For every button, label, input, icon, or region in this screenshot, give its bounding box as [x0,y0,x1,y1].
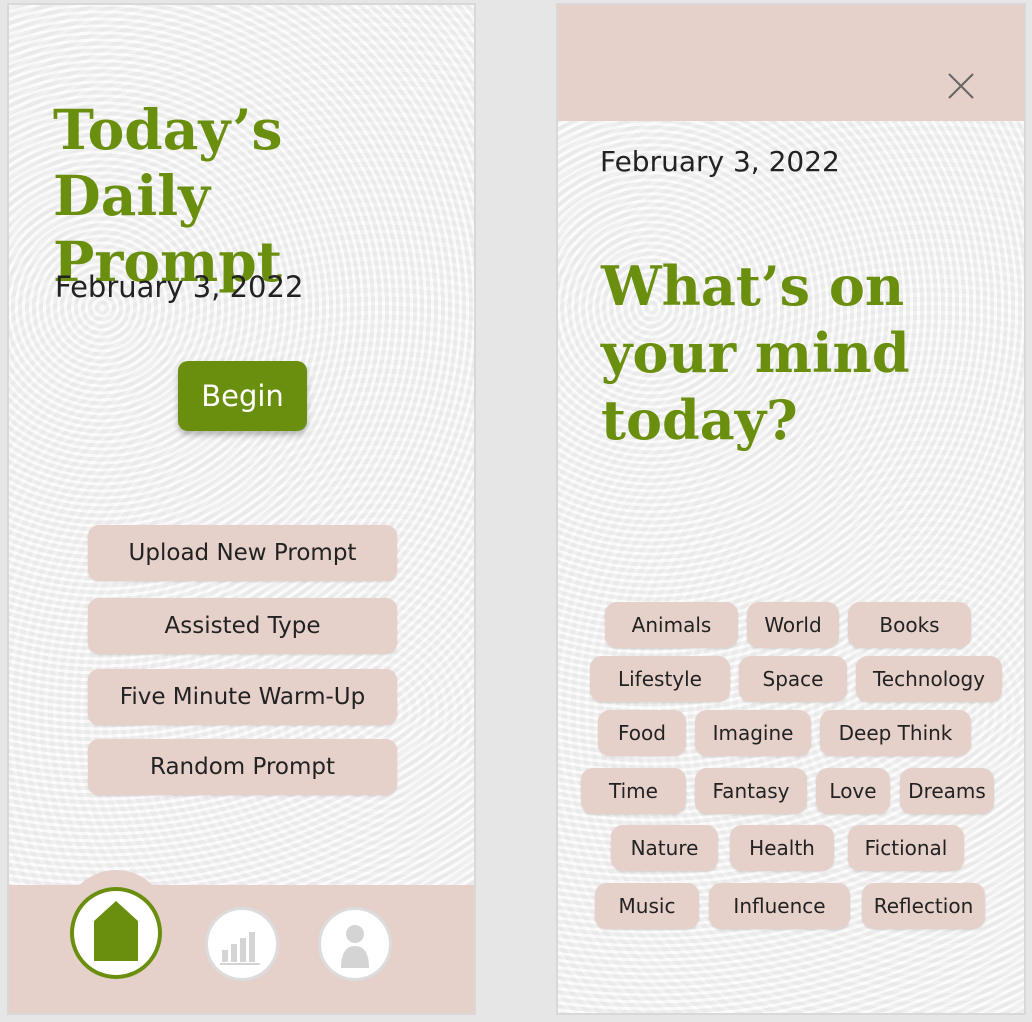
daily-prompt-screen: Today’s Daily Prompt February 3, 2022 Be… [7,3,476,1015]
date-label: February 3, 2022 [600,145,840,178]
home-icon [94,901,138,961]
random-prompt-button[interactable]: Random Prompt [88,739,397,795]
nav-stats-button[interactable] [205,907,279,981]
page-title: Today’s Daily Prompt [53,97,283,294]
date-label: February 3, 2022 [55,270,304,304]
assisted-type-button[interactable]: Assisted Type [88,598,397,654]
topic-chip-love[interactable]: Love [816,768,890,814]
topic-chip-music[interactable]: Music [595,883,699,929]
topic-chip-fictional[interactable]: Fictional [848,825,964,871]
close-icon[interactable] [946,71,976,101]
profile-icon [341,925,369,968]
topic-chip-fantasy[interactable]: Fantasy [695,768,807,814]
topic-chip-influence[interactable]: Influence [709,883,850,929]
topic-chip-books[interactable]: Books [848,602,971,648]
topic-chip-imagine[interactable]: Imagine [695,710,811,756]
topic-chip-world[interactable]: World [747,602,839,648]
topic-chip-lifestyle[interactable]: Lifestyle [590,656,730,702]
stats-icon [220,932,260,965]
topic-chip-food[interactable]: Food [598,710,686,756]
upload-new-prompt-button[interactable]: Upload New Prompt [88,525,397,581]
topic-chip-health[interactable]: Health [730,825,834,871]
topic-chip-technology[interactable]: Technology [856,656,1002,702]
nav-home-button[interactable] [70,887,162,979]
top-bar [558,5,1024,121]
topic-chip-space[interactable]: Space [739,656,847,702]
begin-button[interactable]: Begin [178,361,307,431]
topic-chip-dreams[interactable]: Dreams [900,768,994,814]
topic-chip-reflection[interactable]: Reflection [862,883,985,929]
page-title: What’s on your mind today? [601,254,910,452]
topic-chip-time[interactable]: Time [581,768,686,814]
topic-picker-screen: February 3, 2022 What’s on your mind tod… [556,3,1026,1015]
topic-chip-nature[interactable]: Nature [611,825,718,871]
nav-profile-button[interactable] [318,907,392,981]
topic-chip-animals[interactable]: Animals [605,602,738,648]
topic-chip-deep-think[interactable]: Deep Think [820,710,971,756]
five-minute-warm-up-button[interactable]: Five Minute Warm-Up [88,669,397,725]
